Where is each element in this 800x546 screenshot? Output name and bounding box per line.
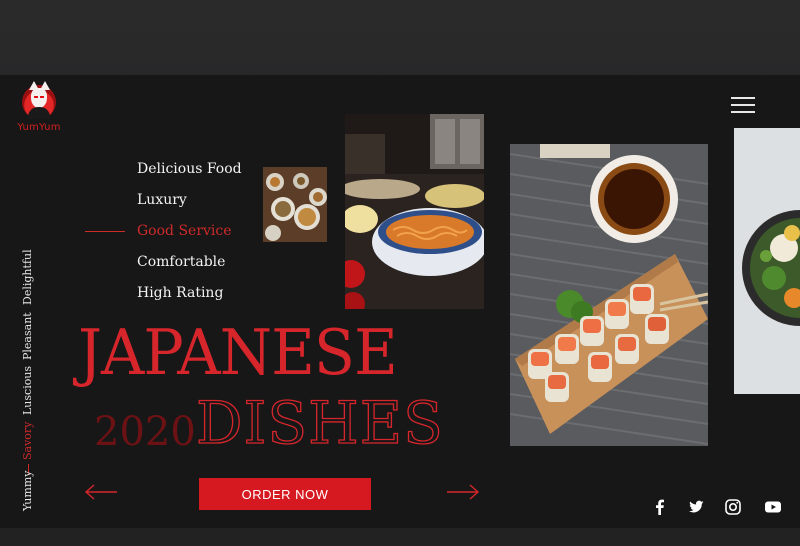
feature-luxury: Luxury [137,192,187,208]
feature-list: Delicious Food Luxury Good Service Comfo… [137,160,242,315]
bottom-strip [0,528,800,546]
hero-year: 2020 [94,409,196,455]
feature-high-rating: High Rating [137,285,224,301]
youtube-icon[interactable] [764,498,782,516]
logo[interactable]: YumYum [14,81,64,133]
headline-japanese: JAPANESE [78,316,398,390]
facebook-icon[interactable] [651,498,669,516]
hamburger-menu-icon[interactable] [731,97,755,113]
order-now-button[interactable]: ORDER NOW [199,478,371,510]
feature-good-service: Good Service [137,223,232,239]
instagram-icon[interactable] [724,498,742,516]
brand-name: YumYum [17,122,61,133]
twitter-icon[interactable] [687,498,705,516]
arrow-right-icon[interactable] [446,483,480,501]
vnav-item-luscious[interactable]: Luscious [21,366,34,415]
arrow-left-icon[interactable] [84,483,118,501]
hero-section: YumYum Delightful Pleasant Luscious Savo… [0,75,800,528]
headline-dishes: DISHES [195,389,444,457]
salad-bowl-photo[interactable] [734,128,800,394]
ramen-photo[interactable] [345,114,484,309]
vnav-item-pleasant[interactable]: Pleasant [21,312,34,360]
feature-comfortable: Comfortable [137,254,226,270]
vnav-item-savory[interactable]: Savory [21,422,34,460]
active-feature-indicator [85,231,125,232]
vertical-nav: Delightful Pleasant Luscious Savory Yumm… [21,249,41,515]
fox-mask-logo-icon [22,81,56,119]
food-table-thumbnail[interactable] [263,167,327,242]
sushi-board-photo[interactable] [510,144,708,446]
vnav-item-delightful[interactable]: Delightful [21,249,34,305]
vnav-item-yummy[interactable]: Yummy [21,471,34,511]
feature-delicious-food: Delicious Food [137,161,242,177]
